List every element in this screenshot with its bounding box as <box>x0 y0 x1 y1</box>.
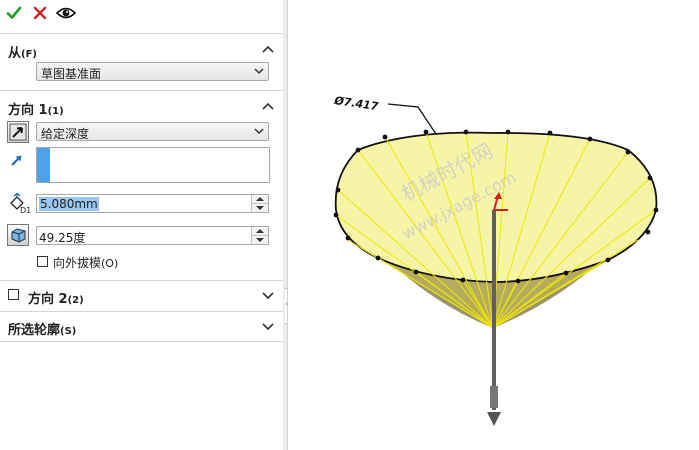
draft-outward-checkbox[interactable] <box>37 256 48 267</box>
axis-handle[interactable] <box>490 386 498 408</box>
draft-outward-label: 向外拔模(O) <box>53 256 119 270</box>
depth-input[interactable]: 5.080mm <box>36 194 269 213</box>
draft-angle-spinner[interactable] <box>251 227 268 244</box>
checkmark-icon <box>6 6 22 19</box>
property-manager-panel: 从(F) 草图基准面 方向 1(1) 给定深度 D1 5.080mm 49.25… <box>0 0 284 450</box>
graphics-viewport[interactable]: Ø7.417 机械时代网 www.jxage.com <box>287 0 699 450</box>
preview-button[interactable] <box>55 2 77 24</box>
cone-model-preview: Ø7.417 机械时代网 www.jxage.com <box>333 94 659 426</box>
chevron-down-icon <box>262 292 274 300</box>
toolbar <box>0 0 283 28</box>
direction2-checkbox[interactable] <box>8 289 19 300</box>
depth-icon: D1 <box>10 193 31 215</box>
draft-angle-input[interactable]: 49.25度 <box>36 226 269 245</box>
divider <box>0 33 283 34</box>
spin-down-icon <box>256 206 264 210</box>
chevron-down-icon <box>262 323 274 331</box>
spin-down-icon <box>256 238 264 242</box>
chevron-down-icon <box>254 128 264 135</box>
divider <box>0 311 283 312</box>
chevron-down-icon <box>254 68 264 75</box>
draft-toggle-button[interactable] <box>7 224 29 246</box>
from-select[interactable]: 草图基准面 <box>36 62 269 81</box>
chevron-up-icon <box>262 45 274 53</box>
direction-reference-field[interactable] <box>36 147 270 183</box>
direction2-section-header[interactable]: 方向 2(2) <box>0 282 283 308</box>
direction1-section-header[interactable]: 方向 1(1) <box>0 93 283 119</box>
direction2-section-title: 方向 2(2) <box>28 292 84 307</box>
spin-up-icon <box>256 197 264 201</box>
selected-contours-section-title: 所选轮廓(S) <box>8 323 77 338</box>
direction-arrow-icon <box>11 155 22 166</box>
selection-indicator <box>37 148 50 182</box>
selected-contours-section-header[interactable]: 所选轮廓(S) <box>0 313 283 339</box>
divider <box>0 341 283 342</box>
end-condition-select[interactable]: 给定深度 <box>36 122 269 141</box>
cancel-button[interactable] <box>29 2 51 24</box>
divider <box>0 90 283 91</box>
svg-text:D1: D1 <box>20 206 31 215</box>
direction-axis <box>492 210 496 410</box>
eye-icon <box>56 7 76 19</box>
dimension-leader <box>387 103 437 135</box>
close-icon <box>33 6 47 20</box>
diameter-dimension[interactable]: Ø7.417 <box>333 94 380 113</box>
depth-spinner[interactable] <box>251 195 268 212</box>
ok-button[interactable] <box>3 2 25 24</box>
from-section-title: 从(F) <box>8 46 37 61</box>
direction1-section-title: 方向 1(1) <box>8 103 64 118</box>
reverse-direction-button[interactable] <box>7 121 29 143</box>
draft-icon <box>11 228 26 243</box>
chevron-up-icon <box>262 102 274 110</box>
reverse-direction-icon <box>9 123 27 141</box>
spin-up-icon <box>256 229 264 233</box>
from-section-header[interactable]: 从(F) <box>0 36 283 62</box>
arrow-down-icon <box>487 412 501 426</box>
divider <box>0 280 283 281</box>
